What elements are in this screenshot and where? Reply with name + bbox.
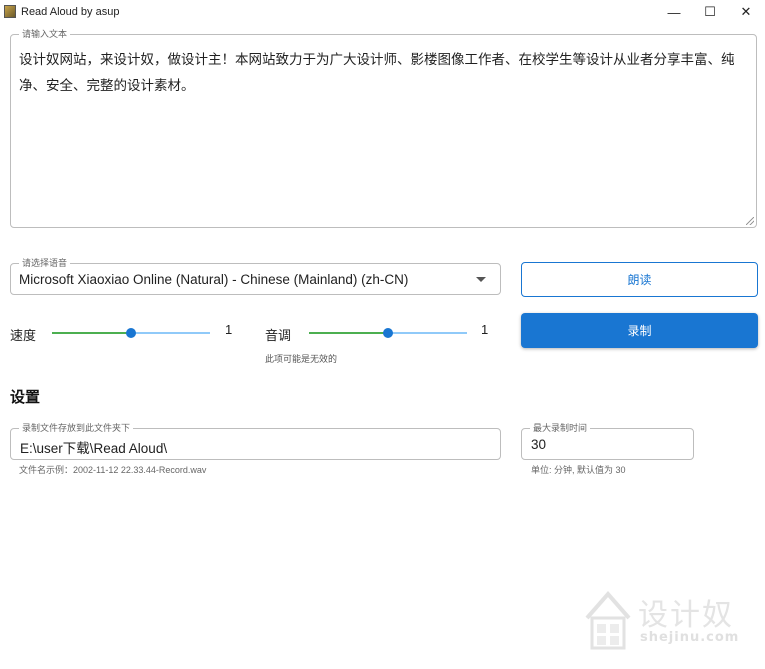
record-folder-label: 录制文件存放到此文件夹下 (19, 422, 134, 434)
filename-example-helper: 文件名示例：2002-11-12 22.33.44-Record.wav (19, 465, 207, 475)
resize-grip-icon[interactable] (746, 217, 754, 225)
pitch-slider-thumb[interactable] (383, 328, 393, 338)
record-folder-value[interactable]: E:\user下载\Read Aloud\ (20, 437, 167, 457)
pitch-slider-fill (309, 332, 388, 334)
record-folder-field[interactable]: 录制文件存放到此文件夹下 E:\user下载\Read Aloud\ (10, 422, 501, 460)
voice-select-value[interactable]: Microsoft Xiaoxiao Online (Natural) - Ch… (19, 272, 408, 287)
dropdown-caret-icon[interactable] (476, 277, 486, 282)
speed-label: 速度 (10, 328, 37, 343)
max-record-time-helper: 单位: 分钟, 默认值为 30 (531, 465, 626, 475)
maximize-button[interactable]: ☐ (692, 0, 728, 24)
read-aloud-button[interactable]: 朗读 (521, 262, 758, 297)
max-record-time-value[interactable]: 30 (531, 437, 546, 452)
speed-slider-fill (52, 332, 131, 334)
pitch-value: 1 (481, 322, 489, 337)
speed-slider[interactable] (52, 326, 210, 340)
text-input-label: 请输入文本 (19, 28, 71, 40)
voice-select[interactable]: 请选择语音 Microsoft Xiaoxiao Online (Natural… (10, 257, 501, 295)
app-icon (4, 5, 16, 18)
max-record-time-field[interactable]: 最大录制时间 30 (521, 422, 694, 460)
text-input-area[interactable]: 请输入文本 设计奴网站，来设计奴，做设计主！本网站致力于为广大设计师、影楼图像工… (10, 28, 757, 228)
speed-slider-thumb[interactable] (126, 328, 136, 338)
voice-select-label: 请选择语音 (19, 257, 71, 269)
pitch-label: 音调 (265, 328, 292, 343)
watermark-subtext: shejinu.com (640, 630, 740, 645)
watermark-text: 设计奴 (638, 598, 734, 633)
record-button[interactable]: 录制 (521, 313, 758, 348)
watermark: 设计奴 shejinu.com (583, 588, 753, 658)
speed-value: 1 (225, 322, 233, 337)
minimize-button[interactable]: — (656, 0, 692, 24)
pitch-hint: 此项可能是无效的 (265, 354, 338, 364)
window-title: Read Aloud by asup (21, 6, 120, 18)
max-record-time-label: 最大录制时间 (530, 422, 591, 434)
pitch-slider[interactable] (309, 326, 467, 340)
close-button[interactable]: ✕ (728, 0, 764, 24)
house-logo-icon (585, 590, 631, 650)
text-input-content[interactable]: 设计奴网站，来设计奴，做设计主！本网站致力于为广大设计师、影楼图像工作者、在校学… (19, 47, 744, 99)
title-bar: Read Aloud by asup — ☐ ✕ (0, 0, 765, 24)
settings-title: 设置 (10, 389, 41, 406)
